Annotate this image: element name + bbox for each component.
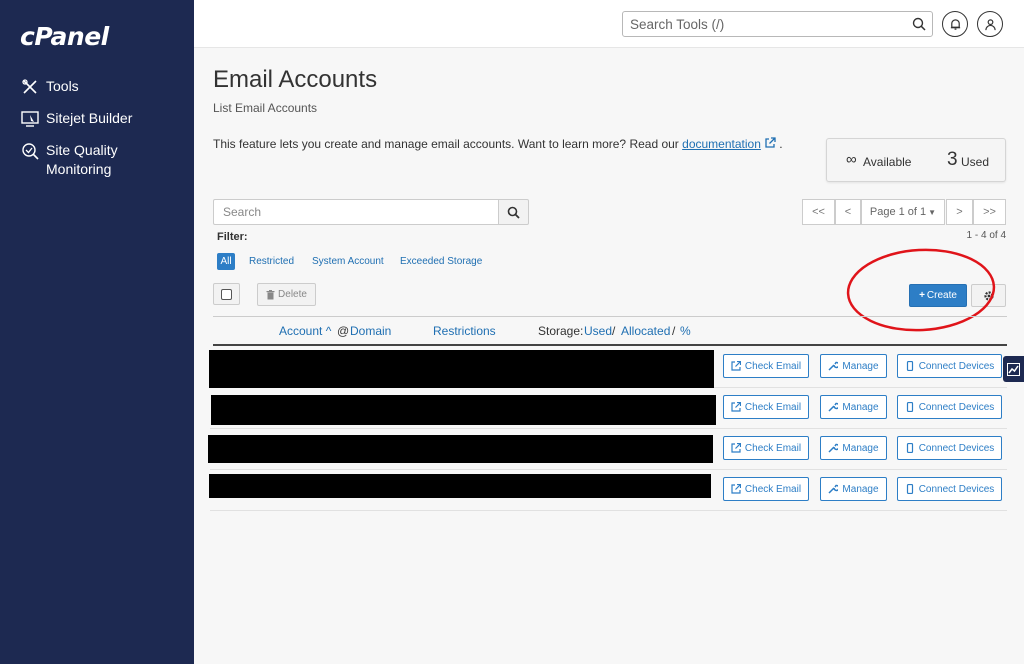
sort-used-header[interactable]: Used [584,324,612,338]
redacted-account-info [209,474,711,498]
filter-exceeded-storage[interactable]: Exceeded Storage [400,256,482,267]
sidebar-item-sitejet[interactable]: Sitejet Builder [20,109,132,128]
table-row: Check Email Manage Connect Devices [209,348,1007,388]
mobile-icon [906,402,913,412]
sort-account-header[interactable]: Account ^ [279,324,331,338]
check-email-button[interactable]: Check Email [723,436,809,460]
wrench-icon [828,402,839,412]
notifications-button[interactable] [942,11,968,37]
site-quality-icon [20,141,40,160]
manage-button[interactable]: Manage [820,477,887,501]
chart-trend-icon [1007,362,1020,376]
filter-label: Filter: [217,231,248,243]
manage-button[interactable]: Manage [820,436,887,460]
email-search-button[interactable] [498,199,529,225]
delete-button[interactable]: Delete [257,283,316,306]
analytics-side-button[interactable] [1003,356,1024,382]
filter-system-account[interactable]: System Account [312,256,384,267]
user-icon [984,18,996,30]
at-symbol: @ [337,324,350,338]
select-all-checkbox[interactable] [213,283,240,305]
used-label: Used [961,155,990,169]
cpanel-logo[interactable]: cPanel [20,22,109,51]
wrench-icon [828,443,839,453]
search-icon[interactable] [912,17,926,31]
search-tools-input[interactable] [623,12,903,36]
sidebar-item-tools[interactable]: Tools [20,77,79,96]
external-link-icon [765,137,776,148]
sitejet-icon [20,109,40,128]
sidebar-item-site-quality[interactable]: Site Quality Monitoring [20,141,150,179]
page-select[interactable]: Page 1 of 1 ▼ [861,199,945,225]
last-page-button[interactable]: >> [973,199,1006,225]
redacted-account-info [211,395,716,425]
restrictions-header[interactable]: Restrictions [433,324,496,338]
filter-restricted[interactable]: Restricted [249,256,294,267]
filter-all[interactable]: All [217,253,235,270]
sidebar: cPanel Tools Sitejet Builder Site Qualit… [0,0,194,664]
table-header: Account ^ @ Domain Restrictions Storage:… [213,316,1007,346]
table-row: Check Email Manage Connect Devices [210,389,1007,429]
bell-icon [950,18,960,30]
top-bar [194,0,1024,48]
infinity-symbol: ∞ [846,151,857,168]
page-subtitle: List Email Accounts [213,101,318,115]
external-link-icon [731,402,741,412]
caret-down-icon: ▼ [928,207,937,217]
prev-page-button[interactable]: < [835,199,861,225]
manage-button[interactable]: Manage [820,354,887,378]
search-tools-box [622,11,933,37]
next-page-button[interactable]: > [946,199,973,225]
gear-icon [983,290,994,301]
first-page-button[interactable]: << [802,199,835,225]
trash-icon [266,289,275,299]
connect-devices-button[interactable]: Connect Devices [897,436,1002,460]
mobile-icon [906,484,913,494]
mobile-icon [906,443,913,453]
sidebar-item-label: Sitejet Builder [46,110,133,126]
mobile-icon [906,361,913,371]
redacted-account-info [209,350,714,388]
table-row: Check Email Manage Connect Devices [209,471,1007,511]
plus-icon: + [919,290,925,301]
results-count: 1 - 4 of 4 [966,230,1006,241]
check-email-button[interactable]: Check Email [723,477,809,501]
wrench-icon [828,361,839,371]
sort-allocated-header[interactable]: Allocated [621,324,670,338]
sidebar-item-label: Tools [46,78,79,94]
create-button[interactable]: + Create [909,284,967,307]
connect-devices-button[interactable]: Connect Devices [897,395,1002,419]
settings-button[interactable] [971,284,1006,307]
external-link-icon [731,443,741,453]
search-icon [507,206,520,219]
email-search-box [213,199,499,225]
external-link-icon [731,484,741,494]
check-email-button[interactable]: Check Email [723,354,809,378]
sort-domain-header[interactable]: Domain [350,324,391,338]
tools-icon [20,77,40,96]
page-description: This feature lets you create and manage … [213,137,783,151]
table-row: Check Email Manage Connect Devices [208,430,1007,470]
check-email-button[interactable]: Check Email [723,395,809,419]
sort-percent-header[interactable]: % [680,324,691,338]
sidebar-item-label: Site Quality Monitoring [46,142,118,177]
manage-button[interactable]: Manage [820,395,887,419]
wrench-icon [828,484,839,494]
usage-summary: ∞ Available 3 Used [826,138,1006,182]
user-menu-button[interactable] [977,11,1003,37]
checkbox-box [221,288,232,300]
redacted-account-info [208,435,713,463]
connect-devices-button[interactable]: Connect Devices [897,477,1002,501]
available-label: Available [863,155,912,169]
header-separator: / [612,324,616,338]
sort-up-icon: ^ [325,324,332,338]
connect-devices-button[interactable]: Connect Devices [897,354,1002,378]
page-title: Email Accounts [213,66,378,93]
documentation-link[interactable]: documentation [682,137,761,151]
external-link-icon [731,361,741,371]
email-search-input[interactable] [214,200,498,224]
used-count: 3 [947,149,958,170]
header-separator: / [672,324,676,338]
storage-header-label: Storage: [538,324,584,338]
